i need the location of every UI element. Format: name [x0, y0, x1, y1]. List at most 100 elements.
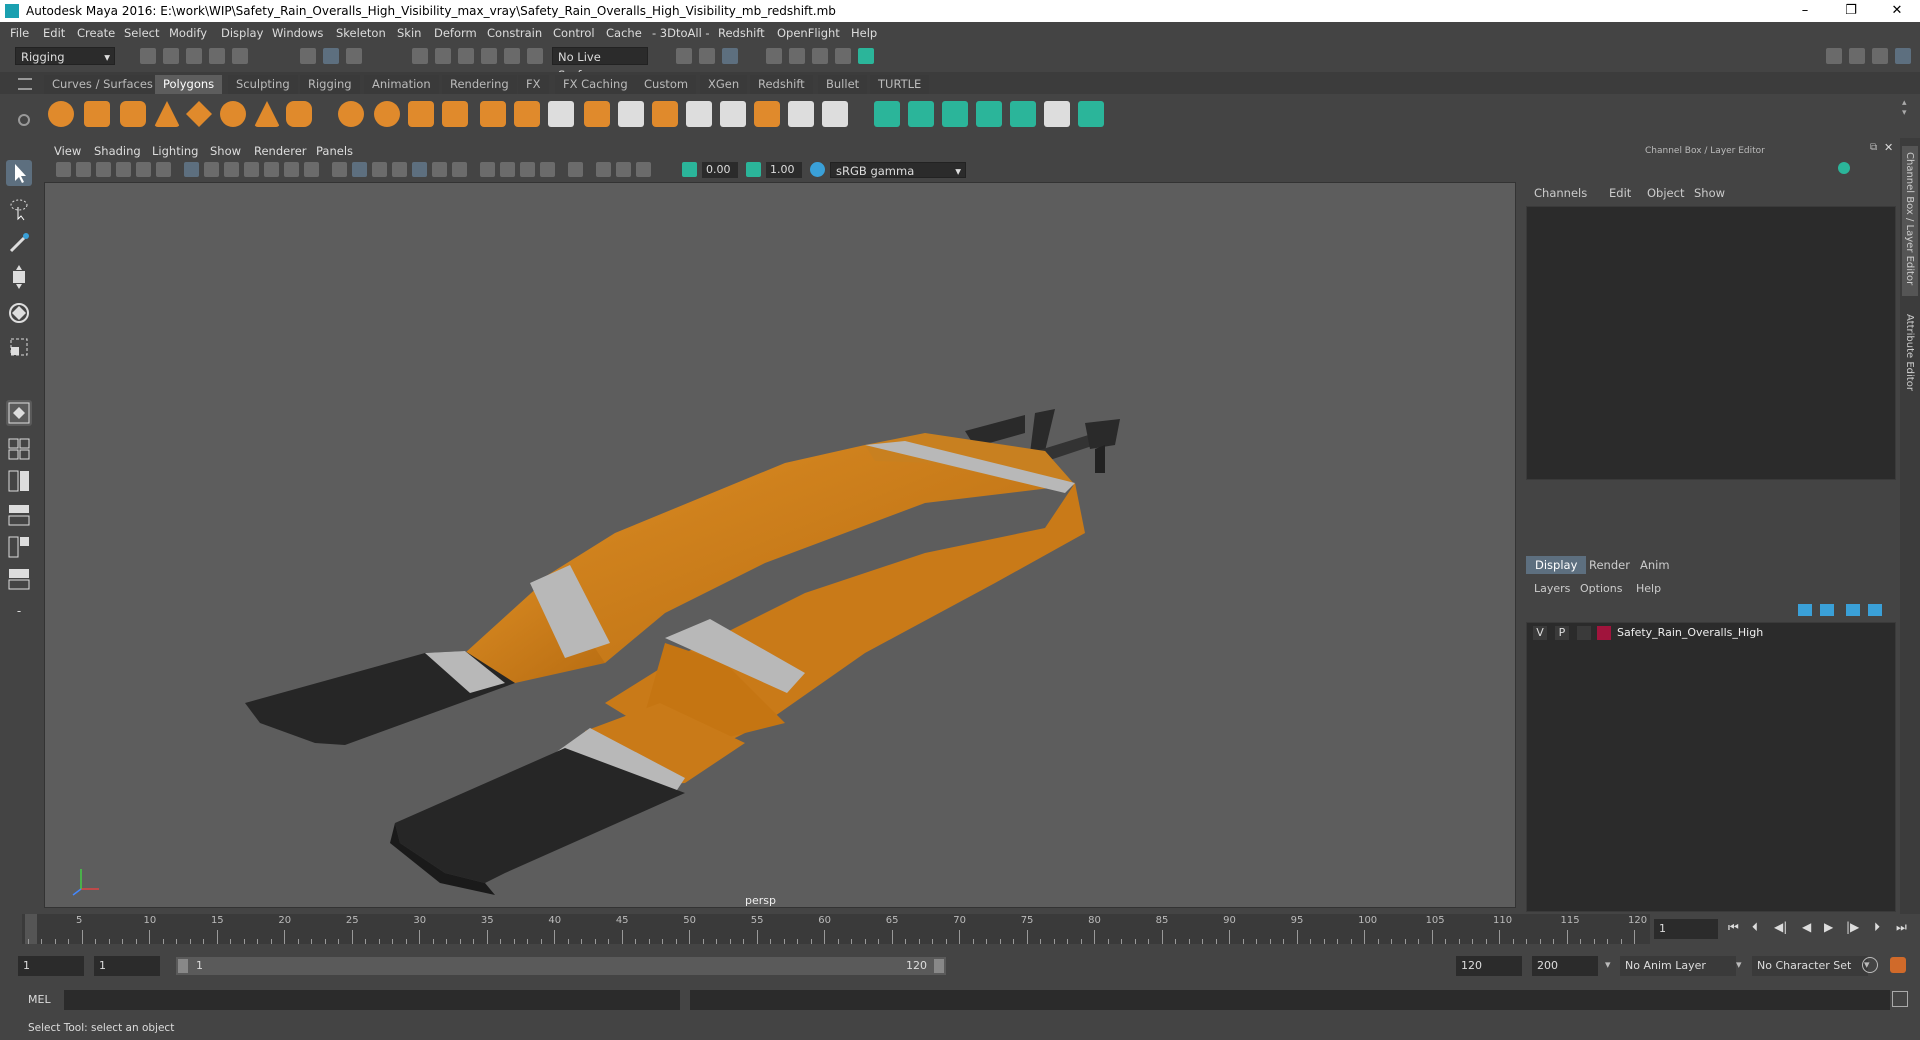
anim-end-field[interactable]: 120 [1456, 956, 1522, 976]
snap-live-icon[interactable] [504, 48, 520, 64]
tab-fx-caching[interactable]: FX Caching [555, 75, 636, 94]
hypershade-icon[interactable] [835, 48, 851, 64]
graph-editor-layout-icon[interactable] [6, 534, 32, 560]
step-forward-key-icon[interactable]: ⏵ [1874, 920, 1880, 935]
side-by-side-layout-icon[interactable] [6, 468, 32, 494]
close-panel-icon[interactable]: ✕ [1884, 141, 1893, 154]
channel-box-toggle-icon[interactable] [1895, 48, 1911, 64]
cut-uv-icon[interactable] [1078, 101, 1104, 127]
single-perspective-view-icon[interactable] [6, 400, 32, 426]
multi-cut-icon[interactable] [548, 101, 574, 127]
poly-torus-icon[interactable] [220, 101, 246, 127]
poly-cube-icon[interactable] [84, 101, 110, 127]
isolate-select-icon[interactable] [568, 162, 583, 177]
resolution-gate-icon[interactable] [224, 162, 239, 177]
field-chart-icon[interactable] [264, 162, 279, 177]
color-space-dropdown[interactable]: sRGB gamma ▾ [830, 162, 966, 178]
append-polygon-icon[interactable] [686, 101, 712, 127]
smooth-icon[interactable] [442, 101, 468, 127]
anim-layer-dropdown[interactable]: No Anim Layer [1620, 956, 1736, 976]
xray-icon[interactable] [392, 162, 407, 177]
xray-active-icon[interactable] [616, 162, 631, 177]
anti-aliasing-icon[interactable] [520, 162, 535, 177]
select-by-component-icon[interactable] [346, 48, 362, 64]
combine-icon[interactable] [338, 101, 364, 127]
new-scene-icon[interactable] [140, 48, 156, 64]
wireframe-backface-icon[interactable] [636, 162, 651, 177]
auto-key-icon[interactable] [1862, 957, 1878, 973]
menu-openflight[interactable]: OpenFlight [777, 26, 840, 40]
script-language-label[interactable]: MEL [28, 993, 51, 1006]
lasso-tool-icon[interactable] [6, 195, 32, 221]
side-tab-attribute-editor[interactable]: Attribute Editor [1902, 308, 1918, 398]
open-scene-icon[interactable] [163, 48, 179, 64]
vp-menu-view[interactable]: View [54, 144, 81, 158]
character-set-dropdown[interactable]: No Character Set [1752, 956, 1868, 976]
tab-rigging[interactable]: Rigging [300, 75, 360, 94]
construction-history-icon[interactable] [722, 48, 738, 64]
uv-editor-icon[interactable] [1010, 101, 1036, 127]
snap-point-icon[interactable] [458, 48, 474, 64]
gate-mask-icon[interactable] [244, 162, 259, 177]
ipr-render-icon[interactable] [789, 48, 805, 64]
perspective-viewport[interactable]: persp [44, 182, 1516, 908]
shelf-scroll-arrows-icon[interactable]: ▴ ▾ [1902, 98, 1907, 118]
bookmark-icon[interactable] [96, 162, 111, 177]
tab-animation[interactable]: Animation [364, 75, 439, 94]
gamma-field[interactable]: 1.00 [766, 162, 802, 178]
play-backward-icon[interactable]: ◀ [1802, 920, 1811, 934]
poly-plane-icon[interactable] [186, 101, 212, 127]
script-editor-icon[interactable] [1892, 991, 1908, 1007]
close-button[interactable]: ✕ [1874, 0, 1920, 22]
move-tool-icon[interactable] [6, 264, 32, 290]
workspace-icon[interactable] [1826, 48, 1842, 64]
exposure-icon[interactable] [682, 162, 697, 177]
poly-sphere-icon[interactable] [48, 101, 74, 127]
new-layer-selected-icon[interactable] [1868, 604, 1882, 616]
chevron-down-icon[interactable]: ▾ [1605, 958, 1611, 971]
le-menu-help[interactable]: Help [1636, 582, 1661, 595]
cb-menu-show[interactable]: Show [1694, 186, 1725, 200]
layer-tab-anim[interactable]: Anim [1631, 556, 1679, 574]
merge-icon[interactable] [754, 101, 780, 127]
shelf-menu-icon[interactable] [18, 78, 32, 90]
paint-select-tool-icon[interactable] [6, 230, 32, 256]
menu-skeleton[interactable]: Skeleton [336, 26, 386, 40]
tab-bullet[interactable]: Bullet [818, 75, 868, 94]
menu-modify[interactable]: Modify [169, 26, 207, 40]
outliner-persp-layout-icon[interactable] [6, 502, 32, 528]
boolean-icon[interactable] [480, 101, 506, 127]
scale-tool-icon[interactable] [6, 334, 32, 360]
go-to-end-icon[interactable]: ⏭ [1896, 920, 1907, 935]
poly-cone-icon[interactable] [154, 101, 180, 127]
two-d-pan-zoom-icon[interactable] [136, 162, 151, 177]
range-start-handle[interactable] [178, 959, 188, 973]
move-layer-down-icon[interactable] [1820, 604, 1834, 616]
automatic-uv-icon[interactable] [976, 101, 1002, 127]
chevron-down-icon[interactable]: ▾ [1736, 958, 1742, 971]
new-empty-layer-icon[interactable] [1846, 604, 1860, 616]
motion-blur-icon[interactable] [500, 162, 515, 177]
range-slider-bar[interactable]: 1 120 [176, 957, 946, 975]
film-gate-icon[interactable] [204, 162, 219, 177]
menu-create[interactable]: Create [77, 26, 115, 40]
menu-skin[interactable]: Skin [397, 26, 421, 40]
menu-cache[interactable]: Cache [606, 26, 642, 40]
vp-menu-renderer[interactable]: Renderer [254, 144, 307, 158]
layer-color-swatch[interactable] [1597, 626, 1611, 640]
snap-view-plane-icon[interactable] [481, 48, 497, 64]
smooth-shade-icon[interactable] [352, 162, 367, 177]
depth-of-field-icon[interactable] [540, 162, 555, 177]
layer-visibility-toggle[interactable]: V [1533, 626, 1547, 640]
maximize-button[interactable]: ❐ [1828, 0, 1874, 22]
separate-icon[interactable] [374, 101, 400, 127]
extrude-icon[interactable] [584, 101, 610, 127]
poly-pipe-icon[interactable] [286, 101, 312, 127]
gamma-icon[interactable] [746, 162, 761, 177]
planar-uv-icon[interactable] [874, 101, 900, 127]
redshift-render-icon[interactable] [858, 48, 874, 64]
live-surface-field[interactable]: No Live Surface [552, 47, 648, 82]
tab-custom[interactable]: Custom [636, 75, 697, 94]
target-weld-icon[interactable] [788, 101, 814, 127]
current-frame-field[interactable]: 1 [1654, 919, 1718, 939]
